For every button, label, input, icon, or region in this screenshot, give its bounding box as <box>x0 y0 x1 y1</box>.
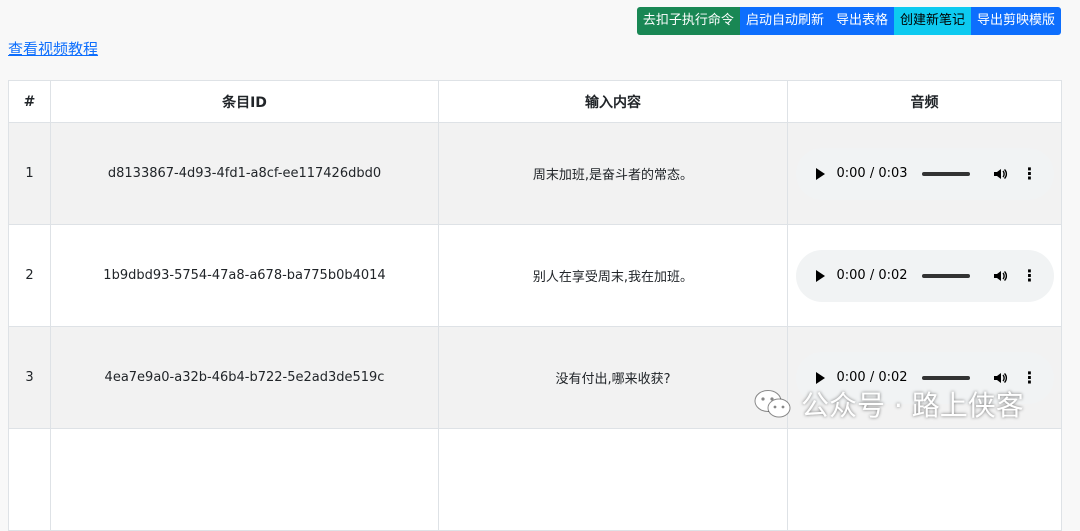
row-audio-empty <box>787 428 1062 531</box>
column-header-id: 条目ID <box>50 80 439 123</box>
row-id-empty <box>50 428 439 531</box>
audio-time: 0:00 / 0:02 <box>836 370 908 385</box>
row-content-empty <box>438 428 788 531</box>
audio-player[interactable]: 0:00 / 0:03 ⋮ <box>795 147 1054 200</box>
video-tutorial-link[interactable]: 查看视频教程 <box>8 38 98 59</box>
audio-time: 0:00 / 0:03 <box>836 166 908 181</box>
table-row: 2 1b9dbd93-5754-47a8-a678-ba775b0b4014 别… <box>8 224 1062 327</box>
export-jianying-template-button[interactable]: 导出剪映模版 <box>970 7 1061 35</box>
coze-execute-button[interactable]: 去扣子执行命令 <box>636 7 740 35</box>
audio-progress-slider[interactable] <box>921 375 970 380</box>
row-index: 1 <box>8 122 51 225</box>
create-note-button[interactable]: 创建新笔记 <box>893 7 971 35</box>
export-table-button[interactable]: 导出表格 <box>829 7 894 35</box>
more-vert-icon[interactable]: ⋮ <box>1022 267 1038 284</box>
play-icon[interactable] <box>815 269 825 282</box>
column-header-audio: 音频 <box>787 80 1062 123</box>
table-row: 1 d8133867-4d93-4fd1-a8cf-ee117426dbd0 周… <box>8 122 1062 225</box>
row-index: 2 <box>8 224 51 327</box>
column-header-index: # <box>8 80 51 123</box>
volume-icon[interactable] <box>992 166 1008 182</box>
row-content: 没有付出,哪来收获? <box>438 326 788 429</box>
row-index: 3 <box>8 326 51 429</box>
row-id: 1b9dbd93-5754-47a8-a678-ba775b0b4014 <box>50 224 439 327</box>
more-vert-icon[interactable]: ⋮ <box>1022 369 1038 386</box>
row-content: 别人在享受周末,我在加班。 <box>438 224 788 327</box>
row-id: 4ea7e9a0-a32b-46b4-b722-5e2ad3de519c <box>50 326 439 429</box>
row-content: 周末加班,是奋斗者的常态。 <box>438 122 788 225</box>
audio-time: 0:00 / 0:02 <box>836 268 908 283</box>
volume-icon[interactable] <box>992 268 1008 284</box>
auto-refresh-button[interactable]: 启动自动刷新 <box>739 7 830 35</box>
audio-player[interactable]: 0:00 / 0:02 ⋮ <box>795 249 1054 302</box>
watermark-text: 公众号 · 路上侠客 <box>801 389 1024 422</box>
row-id: d8133867-4d93-4fd1-a8cf-ee117426dbd0 <box>50 122 439 225</box>
table-header-row: # 条目ID 输入内容 音频 <box>8 80 1062 123</box>
table-row <box>8 428 1062 531</box>
row-audio-cell: 0:00 / 0:02 ⋮ <box>787 224 1062 327</box>
wechat-icon <box>754 390 791 418</box>
row-audio-cell: 0:00 / 0:03 ⋮ <box>787 122 1062 225</box>
row-index-empty <box>8 428 51 531</box>
audio-progress-slider[interactable] <box>921 273 970 278</box>
play-icon[interactable] <box>815 167 825 180</box>
audio-progress-slider[interactable] <box>921 171 970 176</box>
column-header-content: 输入内容 <box>438 80 788 123</box>
watermark: 公众号 · 路上侠客 <box>753 384 1024 424</box>
play-icon[interactable] <box>815 371 825 384</box>
entries-table: # 条目ID 输入内容 音频 1 d8133867-4d93-4fd1-a8cf… <box>8 80 1062 531</box>
toolbar: 去扣子执行命令 启动自动刷新 导出表格 创建新笔记 导出剪映模版 <box>636 7 1061 35</box>
more-vert-icon[interactable]: ⋮ <box>1022 165 1038 182</box>
